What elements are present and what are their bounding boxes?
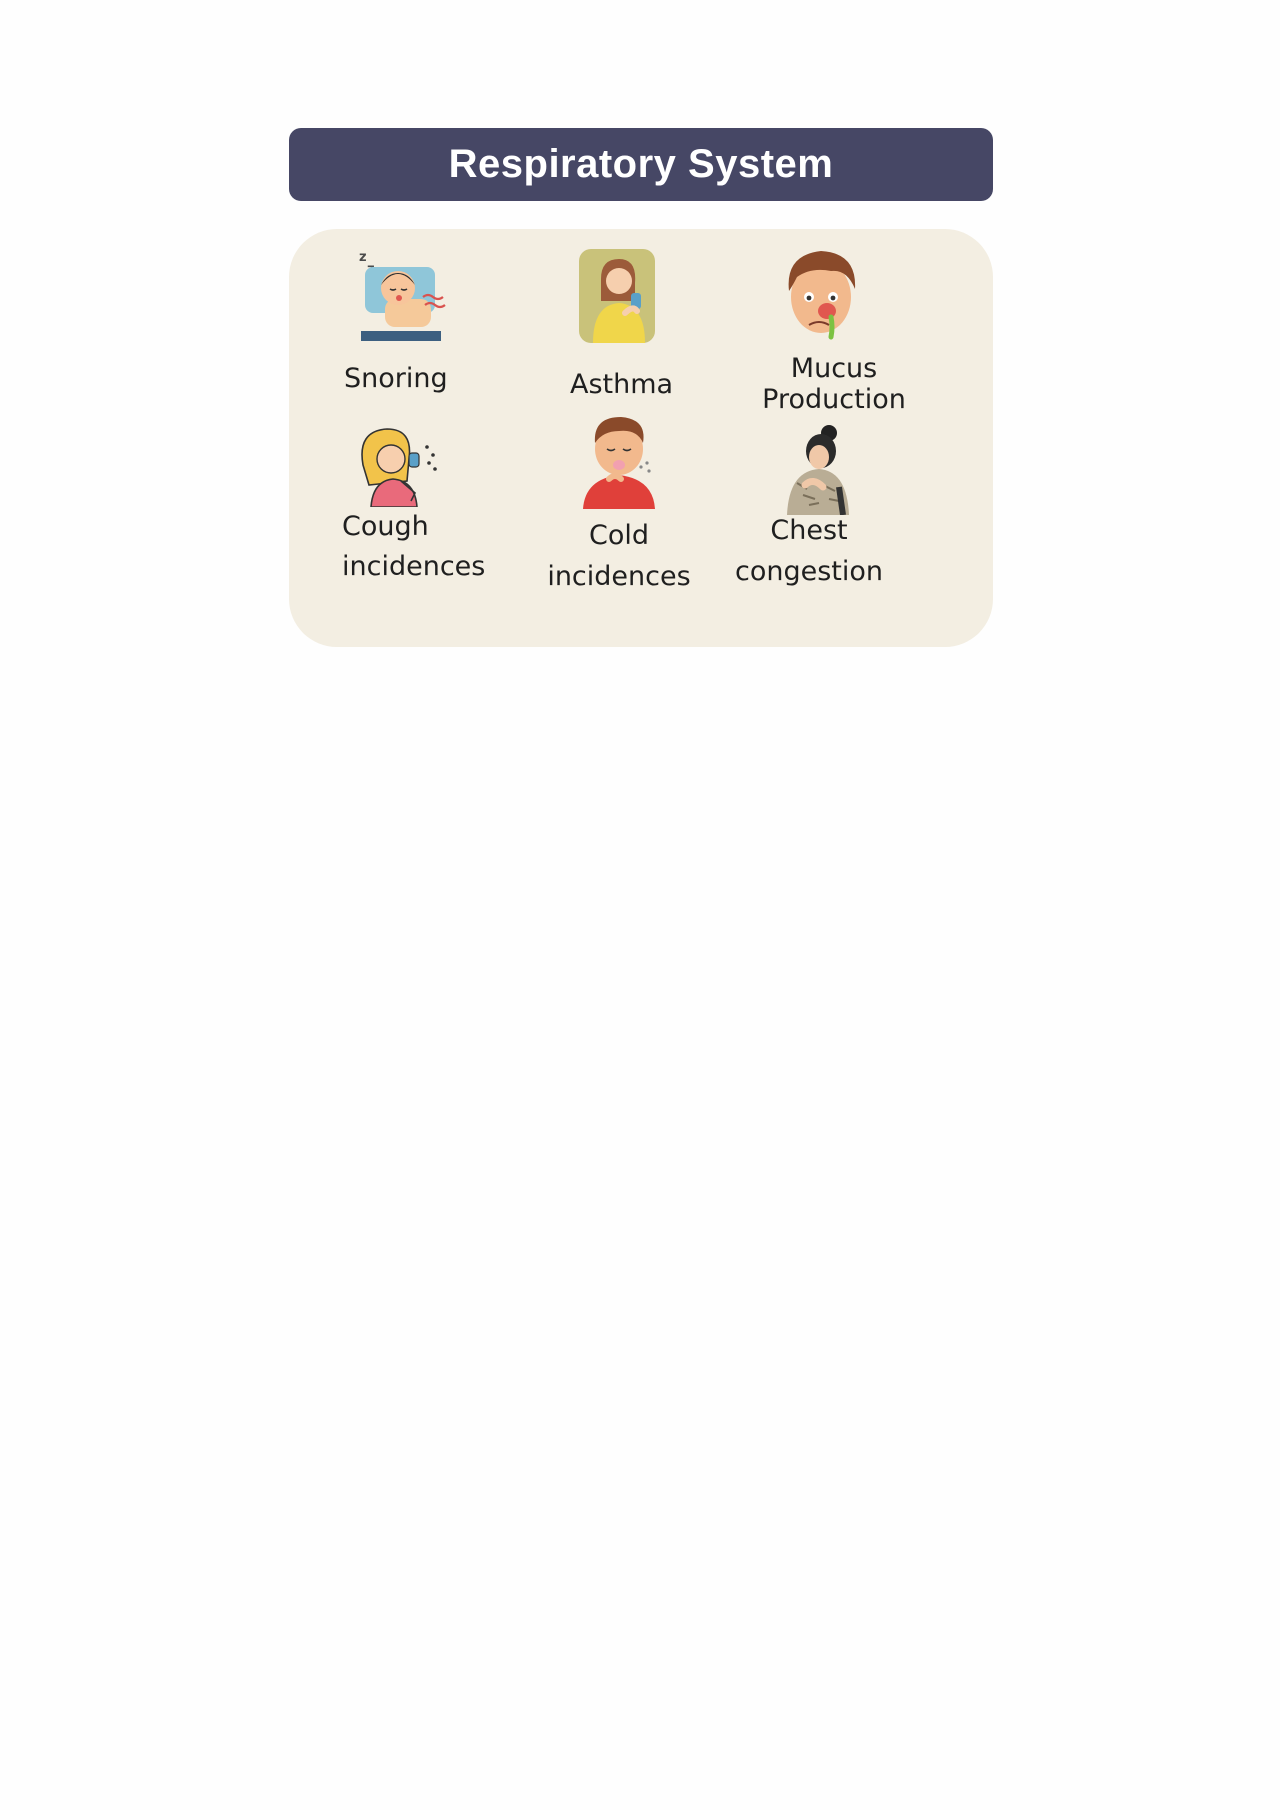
label-line: congestion bbox=[734, 556, 883, 587]
coughing-woman-icon bbox=[357, 425, 441, 508]
label-line: incidences bbox=[342, 551, 486, 582]
label-line: Cold bbox=[588, 520, 649, 551]
label-line: Chest bbox=[770, 515, 848, 546]
symptom-label-asthma: Asthma bbox=[570, 371, 673, 398]
svg-text:z: z bbox=[359, 250, 367, 265]
runny-nose-icon bbox=[781, 245, 861, 345]
label-line: Asthma bbox=[570, 369, 674, 400]
symptom-label-chest-congestion: Chest congestion bbox=[729, 510, 889, 592]
page-title: Respiratory System bbox=[448, 142, 834, 186]
header-banner: Respiratory System bbox=[289, 128, 993, 201]
label-line: Cough bbox=[342, 511, 429, 542]
symptom-label-cold-incidences: Cold incidences bbox=[539, 515, 699, 597]
label-line: Production bbox=[762, 384, 906, 415]
symptom-label-cough-incidences: Cough incidences bbox=[342, 507, 485, 587]
symptoms-panel: z z Snoring Asthma bbox=[289, 229, 993, 647]
label-line: incidences bbox=[547, 561, 691, 592]
symptom-label-snoring: Snoring bbox=[344, 365, 448, 392]
symptom-label-mucus-production: Mucus Production bbox=[759, 353, 909, 415]
label-line: Snoring bbox=[344, 363, 448, 394]
snoring-icon: z z bbox=[353, 247, 453, 347]
asthma-inhaler-icon bbox=[579, 249, 655, 343]
sneezing-man-icon bbox=[579, 413, 659, 509]
chest-congestion-icon bbox=[783, 425, 853, 516]
label-line: Mucus bbox=[790, 353, 878, 384]
